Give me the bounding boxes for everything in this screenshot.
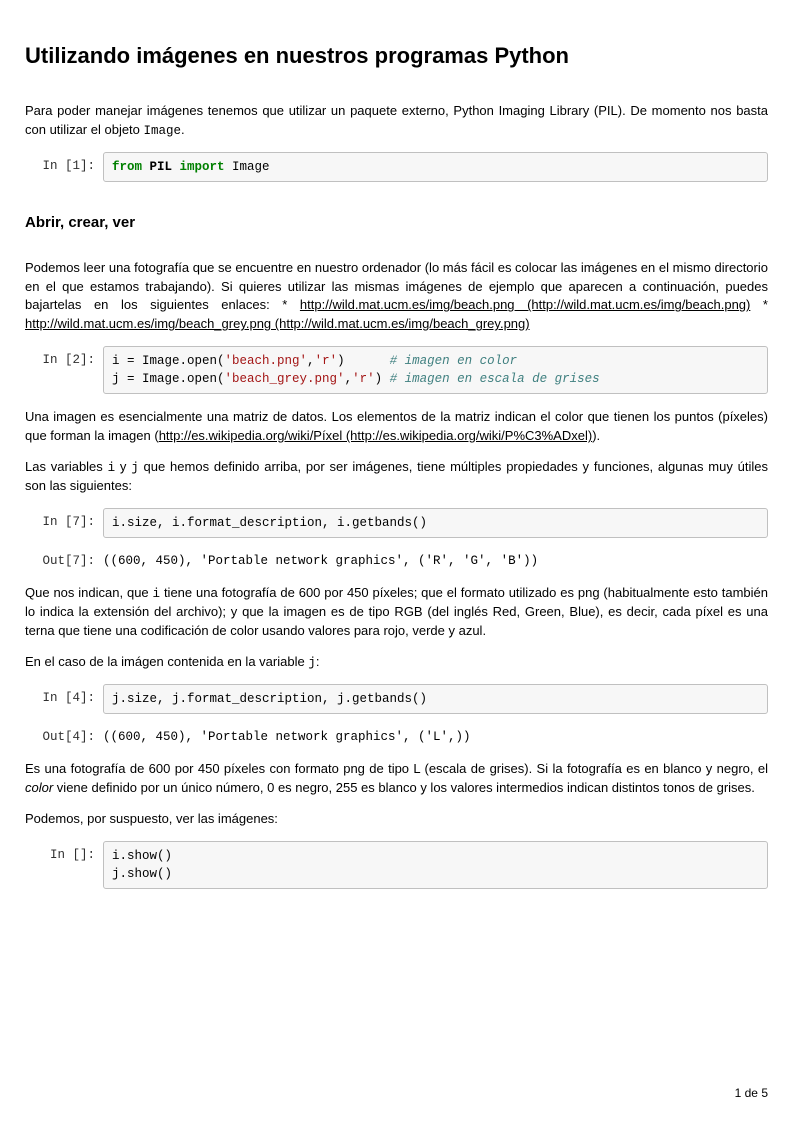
paragraph: Las variables i y j que hemos definido a…	[25, 458, 768, 496]
string: 'r'	[315, 354, 338, 368]
input-prompt: In [7]:	[25, 508, 103, 531]
input-prompt: In [1]:	[25, 152, 103, 175]
inline-code: Image	[144, 124, 182, 138]
code-cell-blank: In []: i.show() j.show()	[25, 841, 768, 889]
text: En el caso de la imágen contenida en la …	[25, 654, 308, 669]
text: )	[337, 354, 390, 368]
text: *	[750, 297, 768, 312]
paragraph: Podemos, por suspuesto, ver las imágenes…	[25, 810, 768, 829]
comment: # imagen en color	[390, 354, 518, 368]
output-cell-4: Out[4]: ((600, 450), 'Portable network g…	[25, 728, 768, 746]
code-input: from PIL import Image	[103, 152, 768, 182]
text: y	[115, 459, 131, 474]
text: ).	[592, 428, 600, 443]
keyword: import	[180, 160, 225, 174]
code-cell-7: In [7]: i.size, i.format_description, i.…	[25, 508, 768, 538]
text: Que nos indican, que	[25, 585, 153, 600]
inline-code: j	[308, 656, 316, 670]
page-number: 1 de 5	[735, 1085, 768, 1102]
paragraph: Una imagen es esencialmente una matriz d…	[25, 408, 768, 446]
string: 'beach_grey.png'	[225, 372, 345, 386]
code-output: ((600, 450), 'Portable network graphics'…	[103, 728, 768, 746]
code-input: j.size, j.format_description, j.getbands…	[103, 684, 768, 714]
text: .	[181, 122, 185, 137]
text: Es una fotografía de 600 por 450 píxeles…	[25, 761, 768, 776]
text: PIL	[142, 160, 180, 174]
text: i = Image.open(	[112, 354, 225, 368]
text: viene definido por un único número, 0 es…	[53, 780, 755, 795]
input-prompt: In [4]:	[25, 684, 103, 707]
text: :	[316, 654, 320, 669]
link-beach-png[interactable]: http://wild.mat.ucm.es/img/beach.png (ht…	[300, 297, 750, 312]
inline-code: i	[153, 587, 161, 601]
string: 'beach.png'	[225, 354, 308, 368]
code-input: i.show() j.show()	[103, 841, 768, 889]
text: Para poder manejar imágenes tenemos que …	[25, 103, 768, 137]
page-title: Utilizando imágenes en nuestros programa…	[25, 40, 768, 72]
section-heading: Abrir, crear, ver	[25, 212, 768, 234]
text: ,	[345, 372, 353, 386]
keyword: from	[112, 160, 142, 174]
code-input: i = Image.open('beach.png','r') # imagen…	[103, 346, 768, 394]
text: Las variables	[25, 459, 108, 474]
input-prompt: In [2]:	[25, 346, 103, 369]
code-output: ((600, 450), 'Portable network graphics'…	[103, 552, 768, 570]
output-prompt: Out[7]:	[25, 552, 103, 570]
code-cell-1: In [1]: from PIL import Image	[25, 152, 768, 182]
output-cell-7: Out[7]: ((600, 450), 'Portable network g…	[25, 552, 768, 570]
paragraph: Que nos indican, que i tiene una fotogra…	[25, 584, 768, 641]
string: 'r'	[352, 372, 375, 386]
paragraph: Es una fotografía de 600 por 450 píxeles…	[25, 760, 768, 798]
emphasis: color	[25, 780, 53, 795]
code-cell-2: In [2]: i = Image.open('beach.png','r') …	[25, 346, 768, 394]
text: ,	[307, 354, 315, 368]
link-beach-grey-png[interactable]: http://wild.mat.ucm.es/img/beach_grey.pn…	[25, 316, 530, 331]
paragraph: Podemos leer una fotografía que se encue…	[25, 259, 768, 334]
intro-paragraph: Para poder manejar imágenes tenemos que …	[25, 102, 768, 140]
input-prompt: In []:	[25, 841, 103, 864]
inline-code: i	[108, 461, 116, 475]
comment: # imagen en escala de grises	[390, 372, 600, 386]
code-cell-4: In [4]: j.size, j.format_description, j.…	[25, 684, 768, 714]
code-input: i.size, i.format_description, i.getbands…	[103, 508, 768, 538]
text: )	[375, 372, 390, 386]
text: Image	[225, 160, 270, 174]
link-wikipedia-pixel[interactable]: http://es.wikipedia.org/wiki/Píxel (http…	[159, 428, 593, 443]
paragraph: En el caso de la imágen contenida en la …	[25, 653, 768, 672]
text: j = Image.open(	[112, 372, 225, 386]
output-prompt: Out[4]:	[25, 728, 103, 746]
inline-code: j	[131, 461, 139, 475]
